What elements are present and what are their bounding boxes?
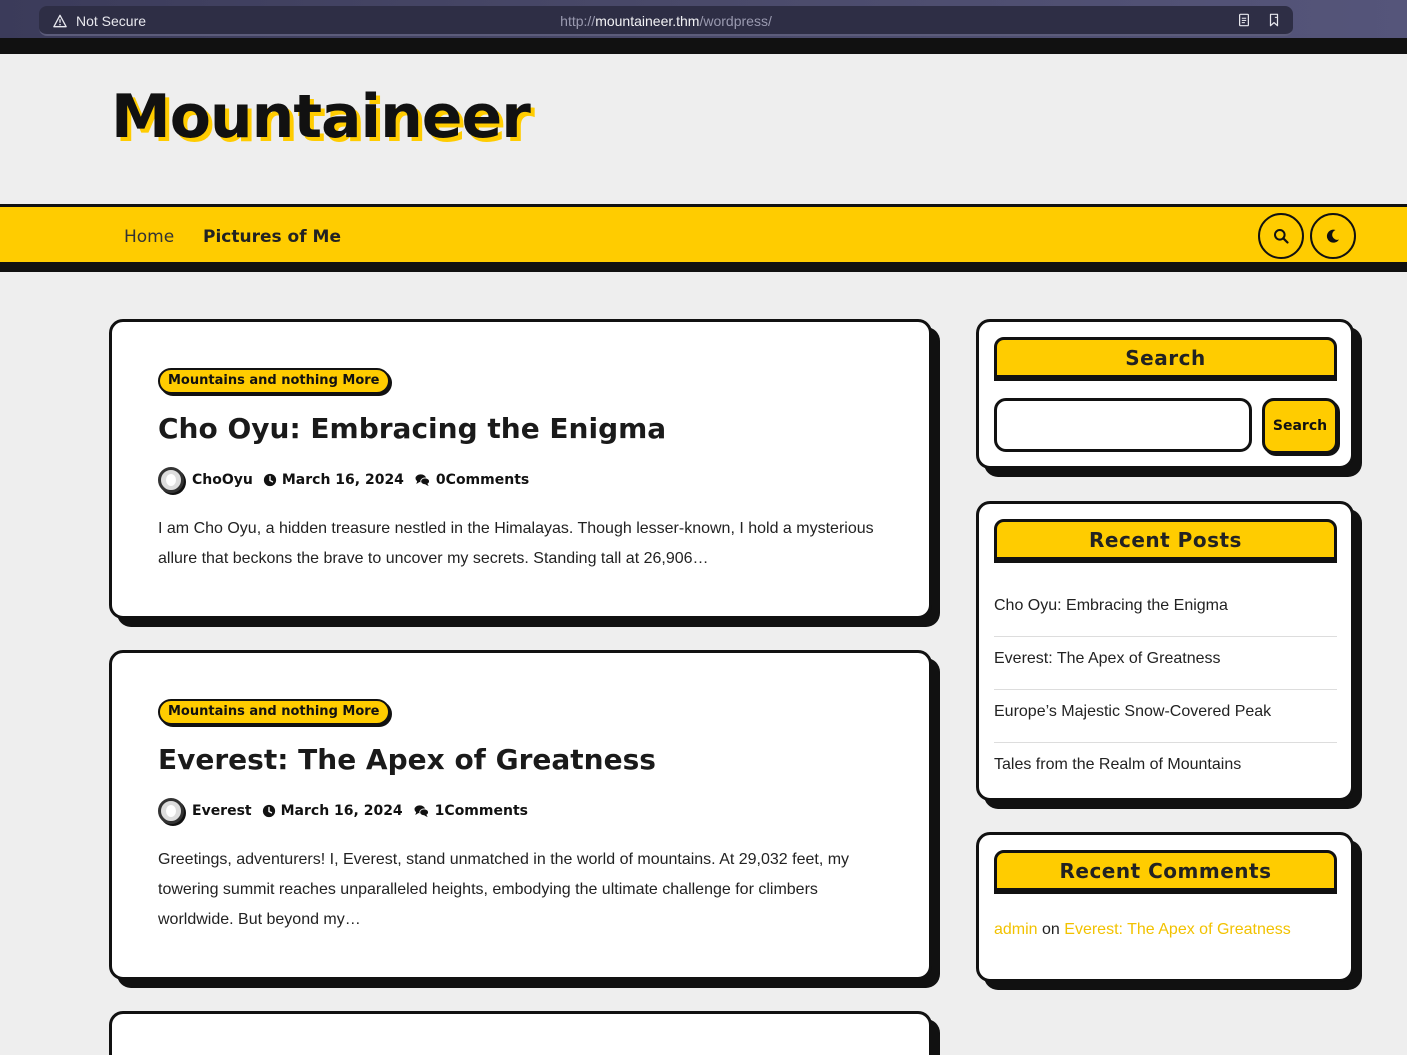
post-comments-count[interactable]: 1Comments bbox=[435, 803, 528, 819]
post-title[interactable]: Cho Oyu: Embracing the Enigma bbox=[158, 412, 666, 445]
post-meta: Everest March 16, 2024 1Comments bbox=[158, 798, 528, 824]
post-title[interactable]: Everest: The Apex of Greatness bbox=[158, 743, 656, 776]
header-search-button[interactable] bbox=[1258, 213, 1304, 259]
post-excerpt: Greetings, adventurers! I, Everest, stan… bbox=[158, 851, 850, 928]
clock-icon bbox=[262, 804, 275, 818]
post-author[interactable]: ChoOyu bbox=[192, 472, 253, 488]
moon-icon bbox=[1326, 229, 1339, 243]
comments-icon bbox=[415, 474, 430, 487]
browser-toolbar: Not Secure http://mountaineer.thm/wordpr… bbox=[0, 0, 1407, 38]
category-badge[interactable]: Mountains and nothing More bbox=[158, 699, 390, 725]
bookmark-icon[interactable] bbox=[1267, 13, 1281, 27]
widget-title: Recent Comments bbox=[994, 850, 1337, 891]
recent-posts-widget: Recent Posts Cho Oyu: Embracing the Enig… bbox=[976, 501, 1354, 801]
url-text[interactable]: http://mountaineer.thm/wordpress/ bbox=[39, 13, 1293, 29]
post-meta: ChoOyu March 16, 2024 0Comments bbox=[158, 467, 529, 493]
url-host: mountaineer.thm bbox=[595, 13, 700, 29]
recent-post-link[interactable]: Europe’s Majestic Snow-Covered Peak bbox=[994, 690, 1337, 743]
post-date[interactable]: March 16, 2024 bbox=[281, 803, 403, 819]
nav-item-home[interactable]: Home bbox=[124, 227, 174, 247]
url-scheme: http:// bbox=[560, 13, 596, 29]
url-path: /wordpress/ bbox=[699, 13, 772, 29]
recent-comments-widget: Recent Comments admin on Everest: The Ap… bbox=[976, 832, 1354, 982]
main-navigation: Home Pictures of Me bbox=[0, 204, 1407, 272]
post-author[interactable]: Everest bbox=[192, 803, 252, 819]
category-badge[interactable]: Mountains and nothing More bbox=[158, 368, 390, 394]
address-bar[interactable]: Not Secure http://mountaineer.thm/wordpr… bbox=[39, 6, 1293, 36]
recent-posts-list: Cho Oyu: Embracing the Enigma Everest: T… bbox=[994, 584, 1337, 796]
comment-connector: on bbox=[1042, 921, 1060, 938]
nav-item-pictures-of-me[interactable]: Pictures of Me bbox=[203, 227, 341, 247]
site-title[interactable]: Mountaineer bbox=[111, 82, 531, 152]
reader-view-icon[interactable] bbox=[1237, 13, 1251, 27]
recent-post-link[interactable]: Everest: The Apex of Greatness bbox=[994, 637, 1337, 690]
widget-title: Search bbox=[994, 337, 1337, 378]
post-date[interactable]: March 16, 2024 bbox=[282, 472, 404, 488]
search-icon bbox=[1274, 229, 1289, 244]
post-card: Mountains and nothing More Everest: The … bbox=[109, 650, 932, 980]
avatar[interactable] bbox=[158, 798, 184, 824]
search-widget: Search Search bbox=[976, 319, 1354, 469]
recent-comment: admin on Everest: The Apex of Greatness bbox=[994, 921, 1291, 939]
clock-icon bbox=[263, 473, 276, 487]
top-strip bbox=[0, 38, 1407, 54]
search-input[interactable] bbox=[994, 398, 1252, 452]
search-button[interactable]: Search bbox=[1262, 398, 1338, 454]
comment-author-link[interactable]: admin bbox=[994, 921, 1038, 938]
comment-post-link[interactable]: Everest: The Apex of Greatness bbox=[1064, 921, 1291, 938]
recent-post-link[interactable]: Tales from the Realm of Mountains bbox=[994, 743, 1337, 796]
post-card: Mountains and nothing More Cho Oyu: Embr… bbox=[109, 319, 932, 619]
recent-post-link[interactable]: Cho Oyu: Embracing the Enigma bbox=[994, 584, 1337, 637]
post-comments-count[interactable]: 0Comments bbox=[436, 472, 529, 488]
widget-title: Recent Posts bbox=[994, 519, 1337, 560]
post-card bbox=[109, 1011, 932, 1055]
avatar[interactable] bbox=[158, 467, 184, 493]
comments-icon bbox=[414, 805, 429, 818]
dark-mode-toggle[interactable] bbox=[1310, 213, 1356, 259]
post-excerpt: I am Cho Oyu, a hidden treasure nestled … bbox=[158, 520, 874, 567]
